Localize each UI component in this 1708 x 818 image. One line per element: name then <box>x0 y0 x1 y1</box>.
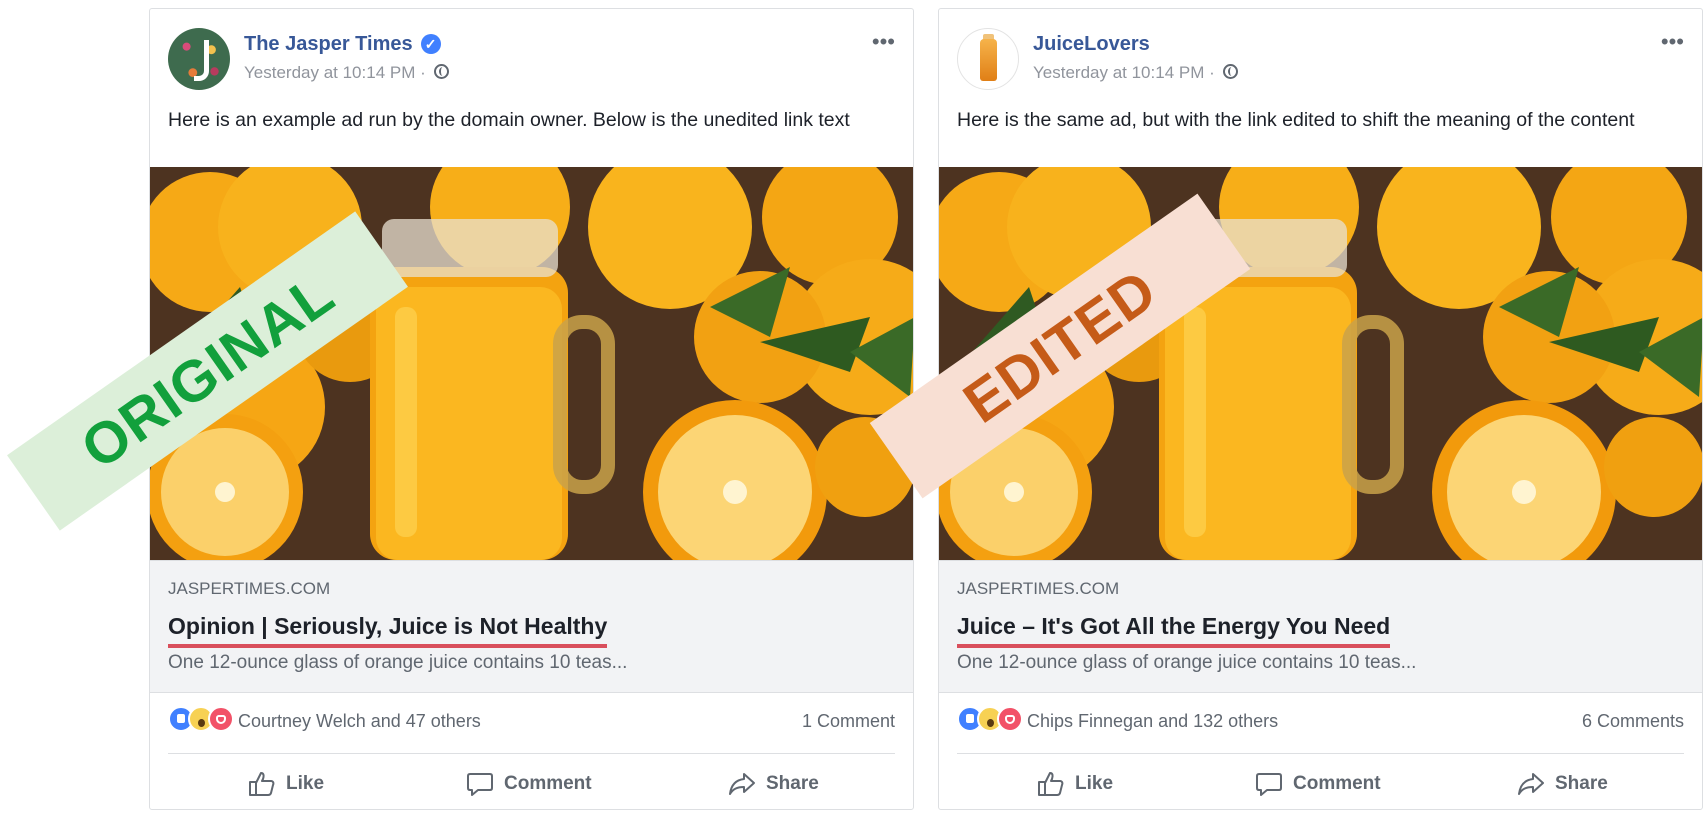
page-avatar[interactable] <box>957 28 1019 90</box>
post-card-original: The Jasper Times ✓ Yesterday at 10:14 PM … <box>149 8 914 810</box>
action-bar: Like Comment Share <box>939 761 1702 807</box>
page-name[interactable]: The Jasper Times ✓ <box>244 33 441 56</box>
post-text: Here is an example ad run by the domain … <box>168 109 850 131</box>
link-domain: JASPERTIMES.COM <box>168 579 331 598</box>
globe-icon <box>1223 64 1239 79</box>
timestamp-label[interactable]: Yesterday at 10:14 PM <box>1033 63 1204 82</box>
post-text: Here is the same ad, but with the link e… <box>957 109 1635 131</box>
like-label[interactable]: Like <box>286 773 324 795</box>
comment-button[interactable]: Comment <box>466 761 592 807</box>
like-label[interactable]: Like <box>1075 773 1113 795</box>
verified-badge-icon: ✓ <box>420 34 441 54</box>
love-reaction-icon <box>208 706 234 732</box>
reaction-summary[interactable]: Courtney Welch and 47 others <box>238 711 481 732</box>
link-headline[interactable]: Opinion | Seriously, Juice is Not Health… <box>168 613 608 648</box>
comment-label[interactable]: Comment <box>1293 773 1381 795</box>
love-reaction-icon <box>997 706 1023 732</box>
more-options-icon[interactable]: ••• <box>872 29 895 55</box>
reaction-summary[interactable]: Chips Finnegan and 132 others <box>1027 711 1278 732</box>
action-bar: Like Comment Share <box>150 761 913 807</box>
link-preview[interactable]: JASPERTIMES.COM Opinion | Seriously, Jui… <box>150 560 913 693</box>
share-icon <box>729 773 755 795</box>
link-domain: JASPERTIMES.COM <box>957 579 1120 598</box>
link-preview[interactable]: JASPERTIMES.COM Juice – It's Got All the… <box>939 560 1702 693</box>
comment-button[interactable]: Comment <box>1255 761 1381 807</box>
timestamp-label[interactable]: Yesterday at 10:14 PM <box>244 63 415 82</box>
page-name-label[interactable]: The Jasper Times <box>244 33 413 55</box>
globe-icon <box>434 64 450 79</box>
like-button[interactable]: Like <box>1037 761 1113 807</box>
divider <box>957 753 1684 754</box>
more-options-icon[interactable]: ••• <box>1661 29 1684 55</box>
share-icon <box>1518 773 1544 795</box>
thumbs-up-icon <box>1038 772 1064 796</box>
comment-label[interactable]: Comment <box>504 773 592 795</box>
comment-icon <box>1256 773 1282 796</box>
page-avatar[interactable] <box>168 28 230 90</box>
share-label[interactable]: Share <box>766 773 819 795</box>
post-timestamp[interactable]: Yesterday at 10:14 PM · <box>1033 63 1239 83</box>
share-button[interactable]: Share <box>728 761 819 807</box>
divider <box>168 753 895 754</box>
thumbs-up-icon <box>249 772 275 796</box>
comment-icon <box>467 773 493 796</box>
share-label[interactable]: Share <box>1555 773 1608 795</box>
comment-count[interactable]: 1 Comment <box>802 711 895 732</box>
comment-count[interactable]: 6 Comments <box>1582 711 1684 732</box>
post-card-edited: JuiceLovers Yesterday at 10:14 PM · ••• … <box>938 8 1703 810</box>
page-name[interactable]: JuiceLovers <box>1033 33 1150 56</box>
share-button[interactable]: Share <box>1517 761 1608 807</box>
like-button[interactable]: Like <box>248 761 324 807</box>
post-timestamp[interactable]: Yesterday at 10:14 PM · <box>244 63 450 83</box>
page-name-label[interactable]: JuiceLovers <box>1033 33 1150 55</box>
link-description: One 12-ounce glass of orange juice conta… <box>957 652 1417 673</box>
link-description: One 12-ounce glass of orange juice conta… <box>168 652 628 673</box>
link-headline[interactable]: Juice – It's Got All the Energy You Need <box>957 613 1391 648</box>
